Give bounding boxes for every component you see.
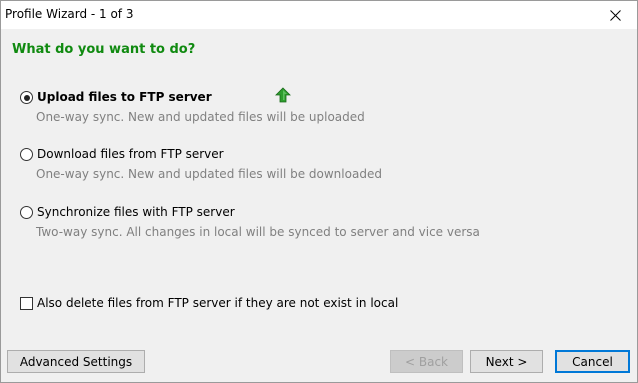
upload-description: One-way sync. New and updated files will… xyxy=(36,110,365,124)
synchronize-description: Two-way sync. All changes in local will … xyxy=(36,225,480,239)
delete-remote-files-label[interactable]: Also delete files from FTP server if the… xyxy=(37,296,398,310)
upload-label[interactable]: Upload files to FTP server xyxy=(37,90,212,104)
synchronize-radio[interactable] xyxy=(20,206,33,219)
delete-remote-files-checkbox[interactable] xyxy=(20,297,33,310)
back-button[interactable]: < Back xyxy=(390,350,463,373)
cancel-button[interactable]: Cancel xyxy=(555,350,630,373)
window-title: Profile Wizard - 1 of 3 xyxy=(5,7,134,21)
download-radio[interactable] xyxy=(20,148,33,161)
download-label[interactable]: Download files from FTP server xyxy=(37,147,224,161)
close-icon xyxy=(609,9,621,21)
profile-wizard-window: Profile Wizard - 1 of 3 What do you want… xyxy=(0,0,638,383)
advanced-settings-button[interactable]: Advanced Settings xyxy=(7,350,145,373)
page-heading: What do you want to do? xyxy=(12,42,196,57)
close-button[interactable] xyxy=(593,1,637,29)
synchronize-label[interactable]: Synchronize files with FTP server xyxy=(37,205,235,219)
green-up-arrow-icon xyxy=(275,87,291,103)
title-bar: Profile Wizard - 1 of 3 xyxy=(1,1,637,29)
upload-radio[interactable] xyxy=(20,91,33,104)
next-button[interactable]: Next > xyxy=(470,350,543,373)
download-description: One-way sync. New and updated files will… xyxy=(36,167,382,181)
